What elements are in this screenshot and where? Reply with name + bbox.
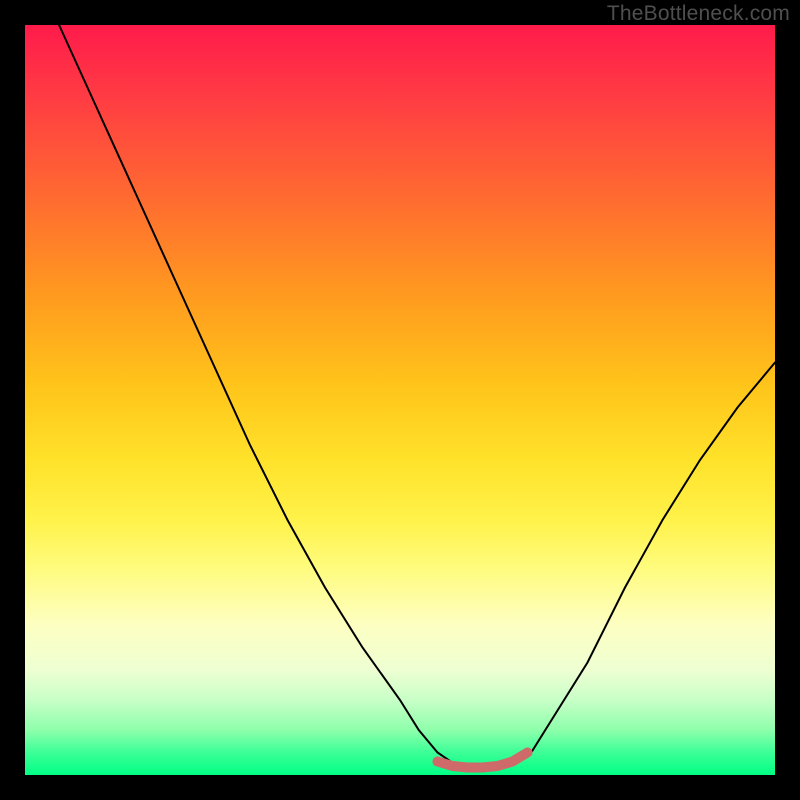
curve-layer (25, 25, 775, 775)
chart-frame: TheBottleneck.com (0, 0, 800, 800)
watermark-text: TheBottleneck.com (607, 2, 790, 26)
plot-area (25, 25, 775, 775)
optimal-range-marker (438, 753, 528, 768)
bottleneck-curve (25, 25, 775, 770)
